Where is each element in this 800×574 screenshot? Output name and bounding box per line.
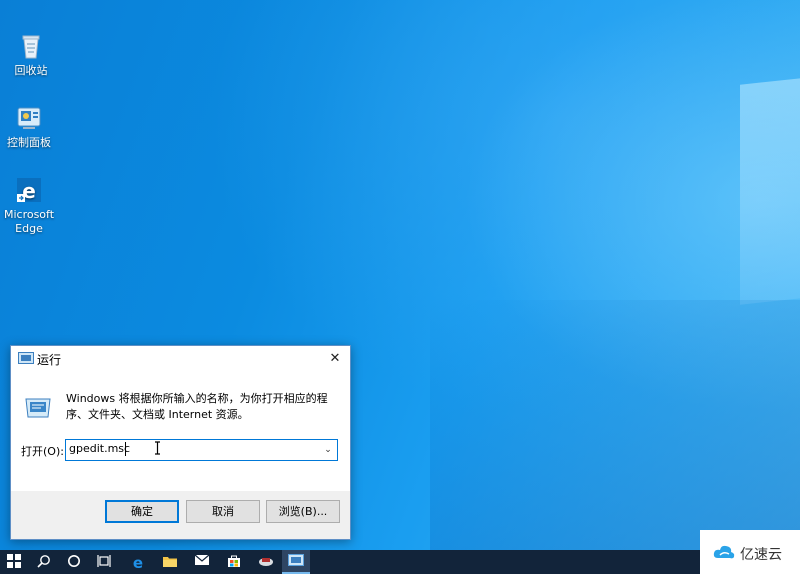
- close-button[interactable]: ✕: [320, 346, 350, 371]
- chevron-down-icon[interactable]: ⌄: [319, 440, 337, 460]
- taskbar-edge[interactable]: e: [124, 550, 152, 574]
- start-button[interactable]: [0, 550, 28, 574]
- run-dialog: 运行 ✕ Windows 将根据你所输入的名称，为你打开相应的程序、文件夹、文档…: [10, 345, 351, 540]
- open-label: 打开(O):: [21, 445, 64, 458]
- edge-icon: e: [13, 174, 45, 206]
- cortana-icon: [68, 555, 80, 567]
- search-button[interactable]: [30, 550, 58, 574]
- run-icon: [18, 352, 34, 364]
- open-input[interactable]: gpedit.msc: [69, 442, 130, 455]
- browse-button[interactable]: 浏览(B)...: [266, 500, 340, 523]
- desktop-icon-edge[interactable]: e Microsoft Edge: [0, 174, 62, 236]
- task-view-button[interactable]: [90, 550, 118, 574]
- taskbar-app[interactable]: [252, 550, 280, 574]
- desktop-icon-clipped[interactable]: [0, 0, 66, 2]
- desktop-icon-label: Microsoft: [3, 208, 55, 221]
- cloud-logo-icon: [713, 545, 735, 559]
- run-dialog-body: Windows 将根据你所输入的名称，为你打开相应的程序、文件夹、文档或 Int…: [11, 371, 350, 491]
- mouse-ibeam-cursor-icon: [154, 441, 161, 455]
- ok-button[interactable]: 确定: [105, 500, 179, 523]
- search-icon: [37, 555, 50, 568]
- cortana-button[interactable]: [60, 550, 88, 574]
- app-icon: [259, 558, 273, 566]
- watermark-logo: 亿速云: [700, 530, 800, 574]
- desktop-icon-recycle-bin[interactable]: 回收站: [0, 30, 64, 78]
- desktop-icon-label: 控制面板: [7, 136, 51, 149]
- desktop-icon-label: 回收站: [14, 64, 48, 77]
- taskbar-run[interactable]: [282, 550, 310, 574]
- control-panel-icon: [13, 102, 45, 134]
- file-explorer-icon: [163, 557, 177, 567]
- run-dialog-title: 运行: [37, 353, 62, 367]
- task-view-icon: [97, 555, 111, 567]
- recycle-bin-icon: [15, 30, 47, 62]
- store-icon: [228, 555, 240, 567]
- close-icon: ✕: [329, 351, 341, 366]
- desktop-icon-control-panel[interactable]: 控制面板: [0, 102, 62, 150]
- open-combobox[interactable]: gpedit.msc ⌄: [65, 439, 338, 461]
- edge-icon: e: [133, 554, 143, 572]
- desktop-icon-label-line2: Edge: [15, 222, 43, 235]
- watermark-text: 亿速云: [740, 547, 782, 563]
- taskbar-mail[interactable]: [188, 550, 216, 574]
- run-program-icon: [24, 393, 52, 419]
- taskbar-file-explorer[interactable]: [156, 550, 184, 574]
- text-caret: [125, 442, 126, 456]
- mail-icon: [194, 554, 210, 565]
- svg-text:e: e: [133, 554, 143, 570]
- taskbar: e: [0, 550, 800, 574]
- windows-start-icon: [7, 554, 21, 568]
- run-dialog-titlebar[interactable]: 运行 ✕: [11, 346, 350, 371]
- run-icon: [288, 554, 304, 566]
- taskbar-store[interactable]: [220, 550, 248, 574]
- run-dialog-description: Windows 将根据你所输入的名称，为你打开相应的程序、文件夹、文档或 Int…: [66, 392, 328, 421]
- wallpaper-shadow: [430, 300, 800, 550]
- cancel-button[interactable]: 取消: [186, 500, 260, 523]
- wallpaper-light-pane: [740, 75, 800, 305]
